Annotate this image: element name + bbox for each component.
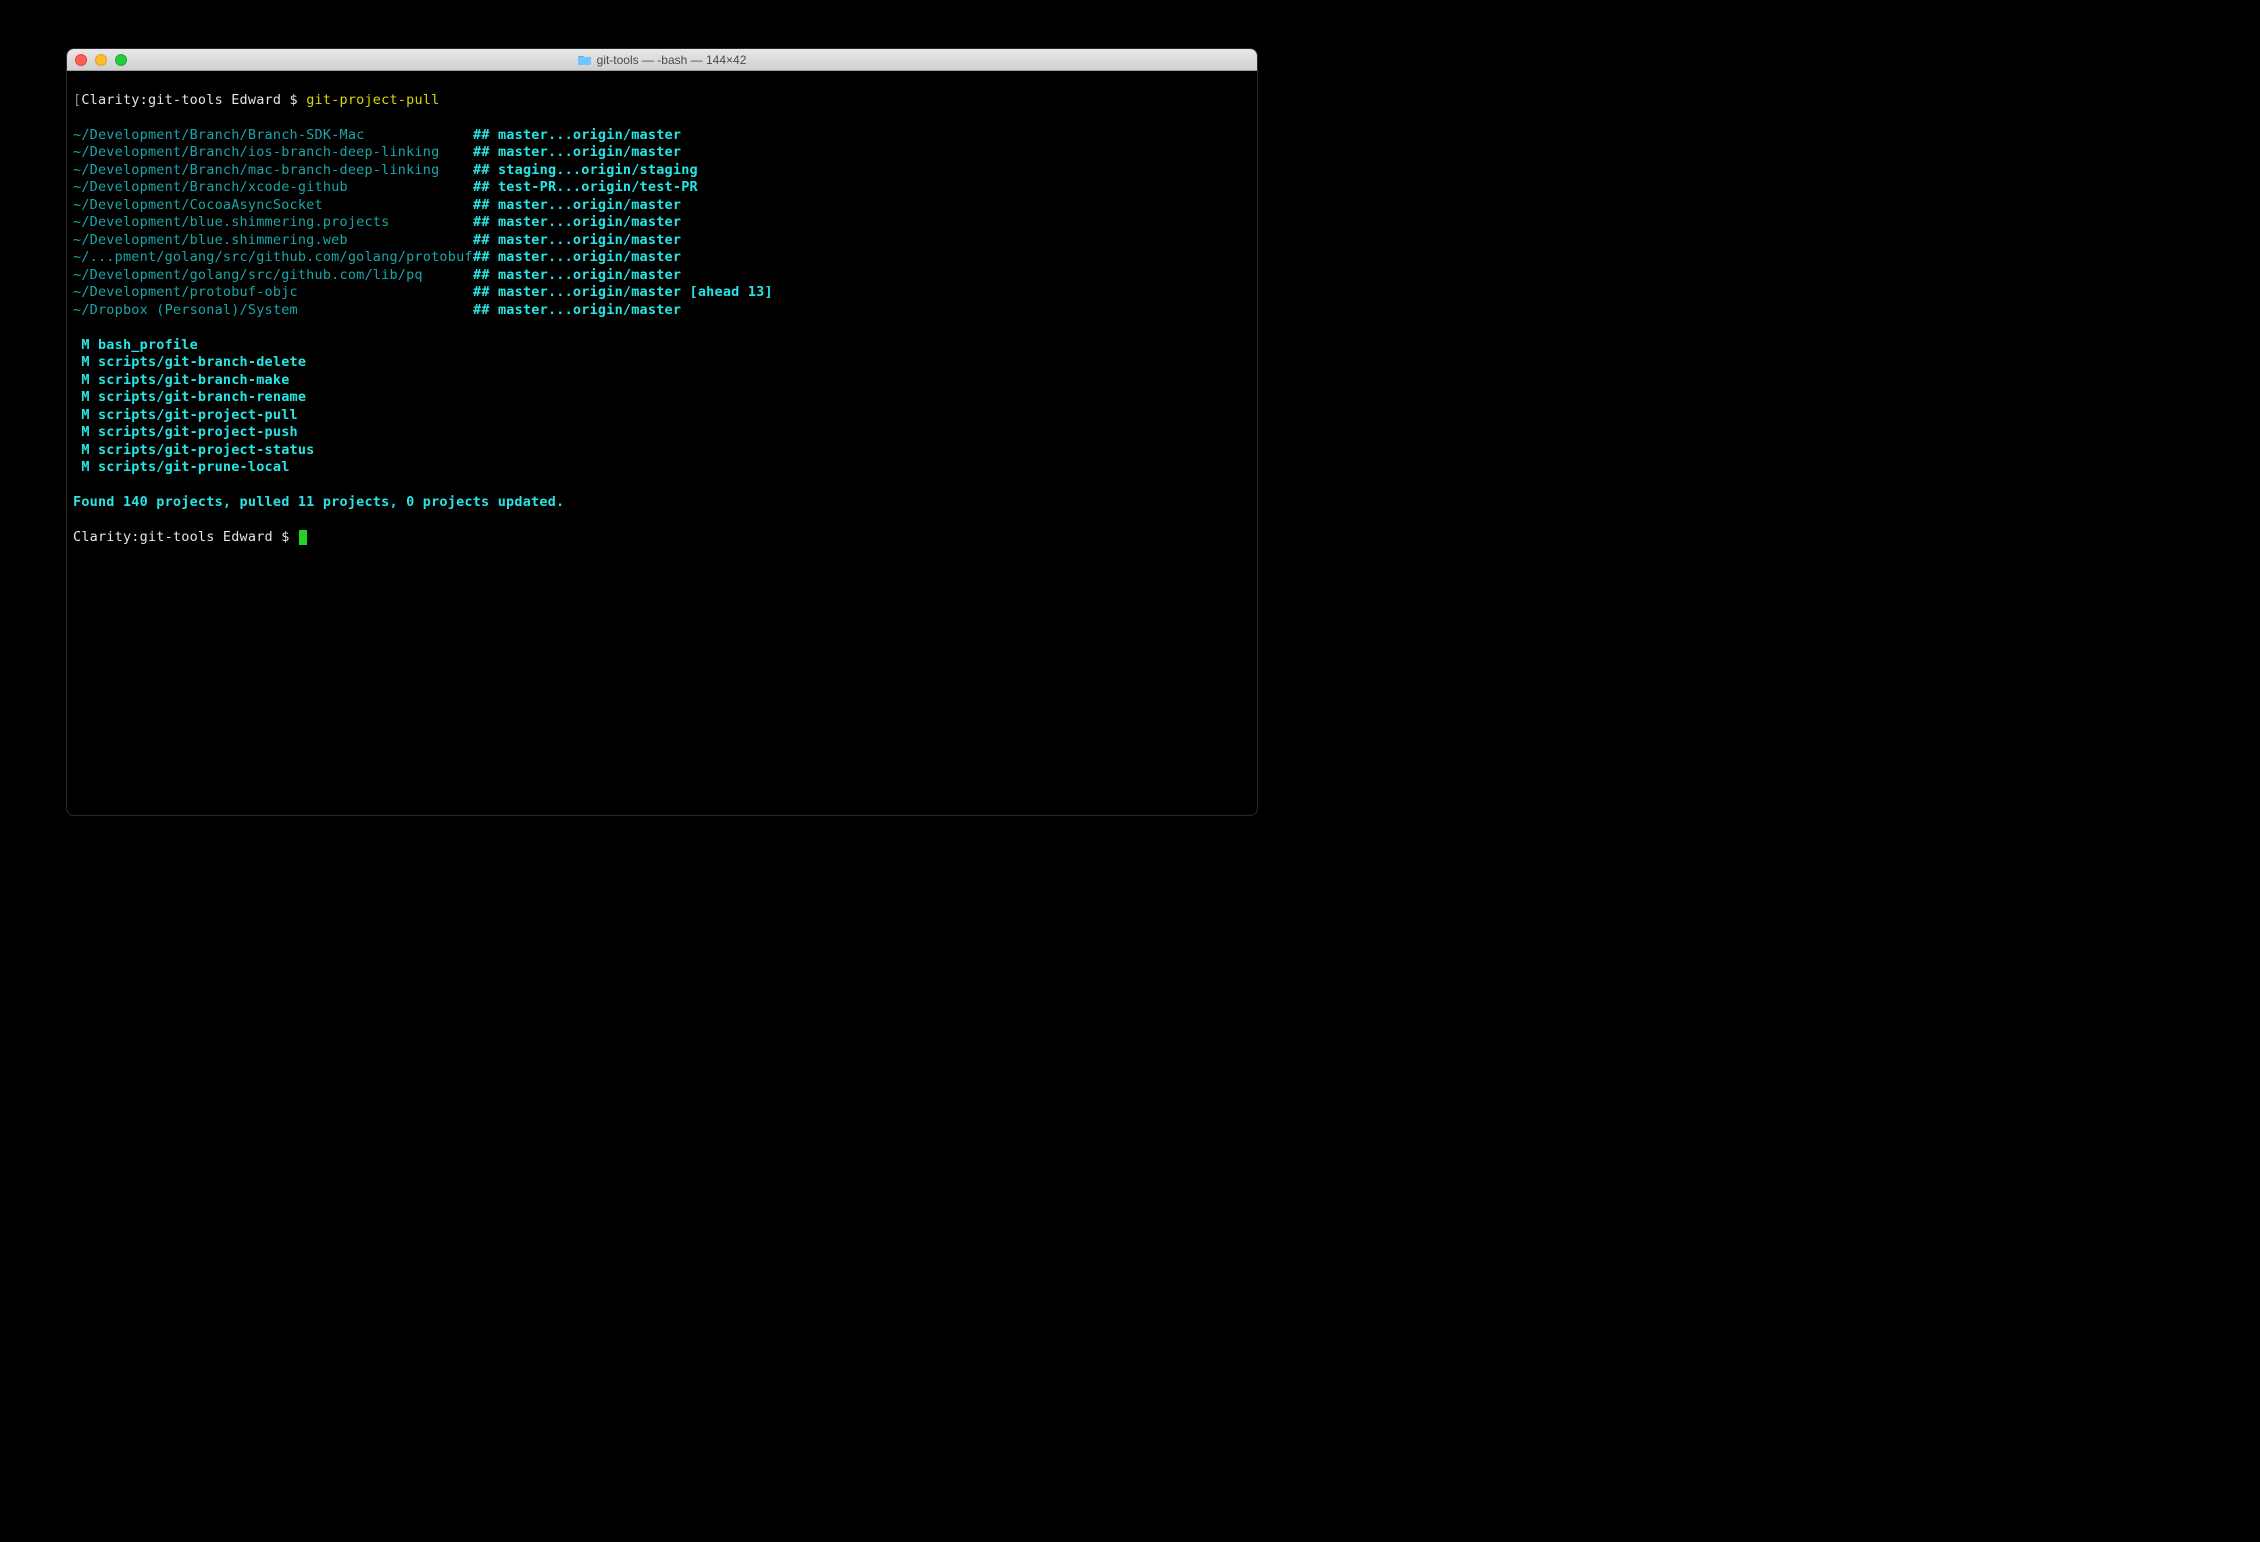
prompt-host: Clarity:git-tools Edward $ — [81, 92, 298, 108]
modified-file-line: M scripts/git-prune-local — [73, 459, 1251, 477]
project-row: ~/Development/golang/src/github.com/lib/… — [73, 267, 1251, 285]
project-path: ~/Development/Branch/Branch-SDK-Mac — [73, 127, 473, 145]
command-text: git-project-pull — [306, 92, 439, 108]
window-title: git-tools — -bash — 144×42 — [75, 53, 1249, 67]
prompt-line-2: Clarity:git-tools Edward $ — [73, 529, 1251, 547]
modified-file-line: M scripts/git-branch-make — [73, 372, 1251, 390]
folder-icon — [578, 54, 592, 65]
project-row: ~/Development/Branch/Branch-SDK-Mac## ma… — [73, 127, 1251, 145]
summary-line: Found 140 projects, pulled 11 projects, … — [73, 494, 1251, 512]
project-path: ~/Development/Branch/mac-branch-deep-lin… — [73, 162, 473, 180]
project-row: ~/Development/Branch/mac-branch-deep-lin… — [73, 162, 1251, 180]
project-row: ~/Dropbox (Personal)/System## master...o… — [73, 302, 1251, 320]
project-path: ~/Development/blue.shimmering.web — [73, 232, 473, 250]
modified-file-line: M scripts/git-branch-rename — [73, 389, 1251, 407]
window-titlebar[interactable]: git-tools — -bash — 144×42 — [67, 49, 1257, 71]
project-status: ## staging...origin/staging — [473, 162, 1251, 180]
project-row: ~/Development/CocoaAsyncSocket## master.… — [73, 197, 1251, 215]
project-status: ## master...origin/master — [473, 267, 1251, 285]
terminal-window: git-tools — -bash — 144×42 [Clarity:git-… — [66, 48, 1258, 816]
project-status: ## master...origin/master — [473, 197, 1251, 215]
project-row: ~/Development/blue.shimmering.projects##… — [73, 214, 1251, 232]
prompt-line-1: [Clarity:git-tools Edward $ git-project-… — [73, 92, 1251, 110]
close-button[interactable] — [75, 54, 87, 66]
project-path: ~/Development/golang/src/github.com/lib/… — [73, 267, 473, 285]
project-path: ~/Development/blue.shimmering.projects — [73, 214, 473, 232]
project-path: ~/Development/Branch/xcode-github — [73, 179, 473, 197]
cursor-block — [299, 530, 307, 545]
project-row: ~/Development/protobuf-objc## master...o… — [73, 284, 1251, 302]
project-status: ## master...origin/master — [473, 214, 1251, 232]
project-row: ~/Development/Branch/ios-branch-deep-lin… — [73, 144, 1251, 162]
prompt-host-2: Clarity:git-tools Edward $ — [73, 529, 290, 545]
terminal-content[interactable]: [Clarity:git-tools Edward $ git-project-… — [67, 71, 1257, 585]
modified-file-line: M scripts/git-project-pull — [73, 407, 1251, 425]
maximize-button[interactable] — [115, 54, 127, 66]
project-path: ~/...pment/golang/src/github.com/golang/… — [73, 249, 473, 267]
modified-file-line: M bash_profile — [73, 337, 1251, 355]
project-status: ## master...origin/master [ahead 13] — [473, 284, 1251, 302]
project-path: ~/Development/CocoaAsyncSocket — [73, 197, 473, 215]
modified-file-line: M scripts/git-project-status — [73, 442, 1251, 460]
project-row: ~/Development/Branch/xcode-github## test… — [73, 179, 1251, 197]
project-row: ~/Development/blue.shimmering.web## mast… — [73, 232, 1251, 250]
project-row: ~/...pment/golang/src/github.com/golang/… — [73, 249, 1251, 267]
project-path: ~/Dropbox (Personal)/System — [73, 302, 473, 320]
project-status: ## master...origin/master — [473, 144, 1251, 162]
modified-file-line: M scripts/git-branch-delete — [73, 354, 1251, 372]
project-status: ## master...origin/master — [473, 127, 1251, 145]
project-path: ~/Development/Branch/ios-branch-deep-lin… — [73, 144, 473, 162]
project-status: ## test-PR...origin/test-PR — [473, 179, 1251, 197]
project-status: ## master...origin/master — [473, 249, 1251, 267]
project-status: ## master...origin/master — [473, 232, 1251, 250]
minimize-button[interactable] — [95, 54, 107, 66]
project-status: ## master...origin/master — [473, 302, 1251, 320]
window-title-text: git-tools — -bash — 144×42 — [597, 53, 747, 67]
modified-file-line: M scripts/git-project-push — [73, 424, 1251, 442]
window-controls — [75, 54, 127, 66]
project-path: ~/Development/protobuf-objc — [73, 284, 473, 302]
